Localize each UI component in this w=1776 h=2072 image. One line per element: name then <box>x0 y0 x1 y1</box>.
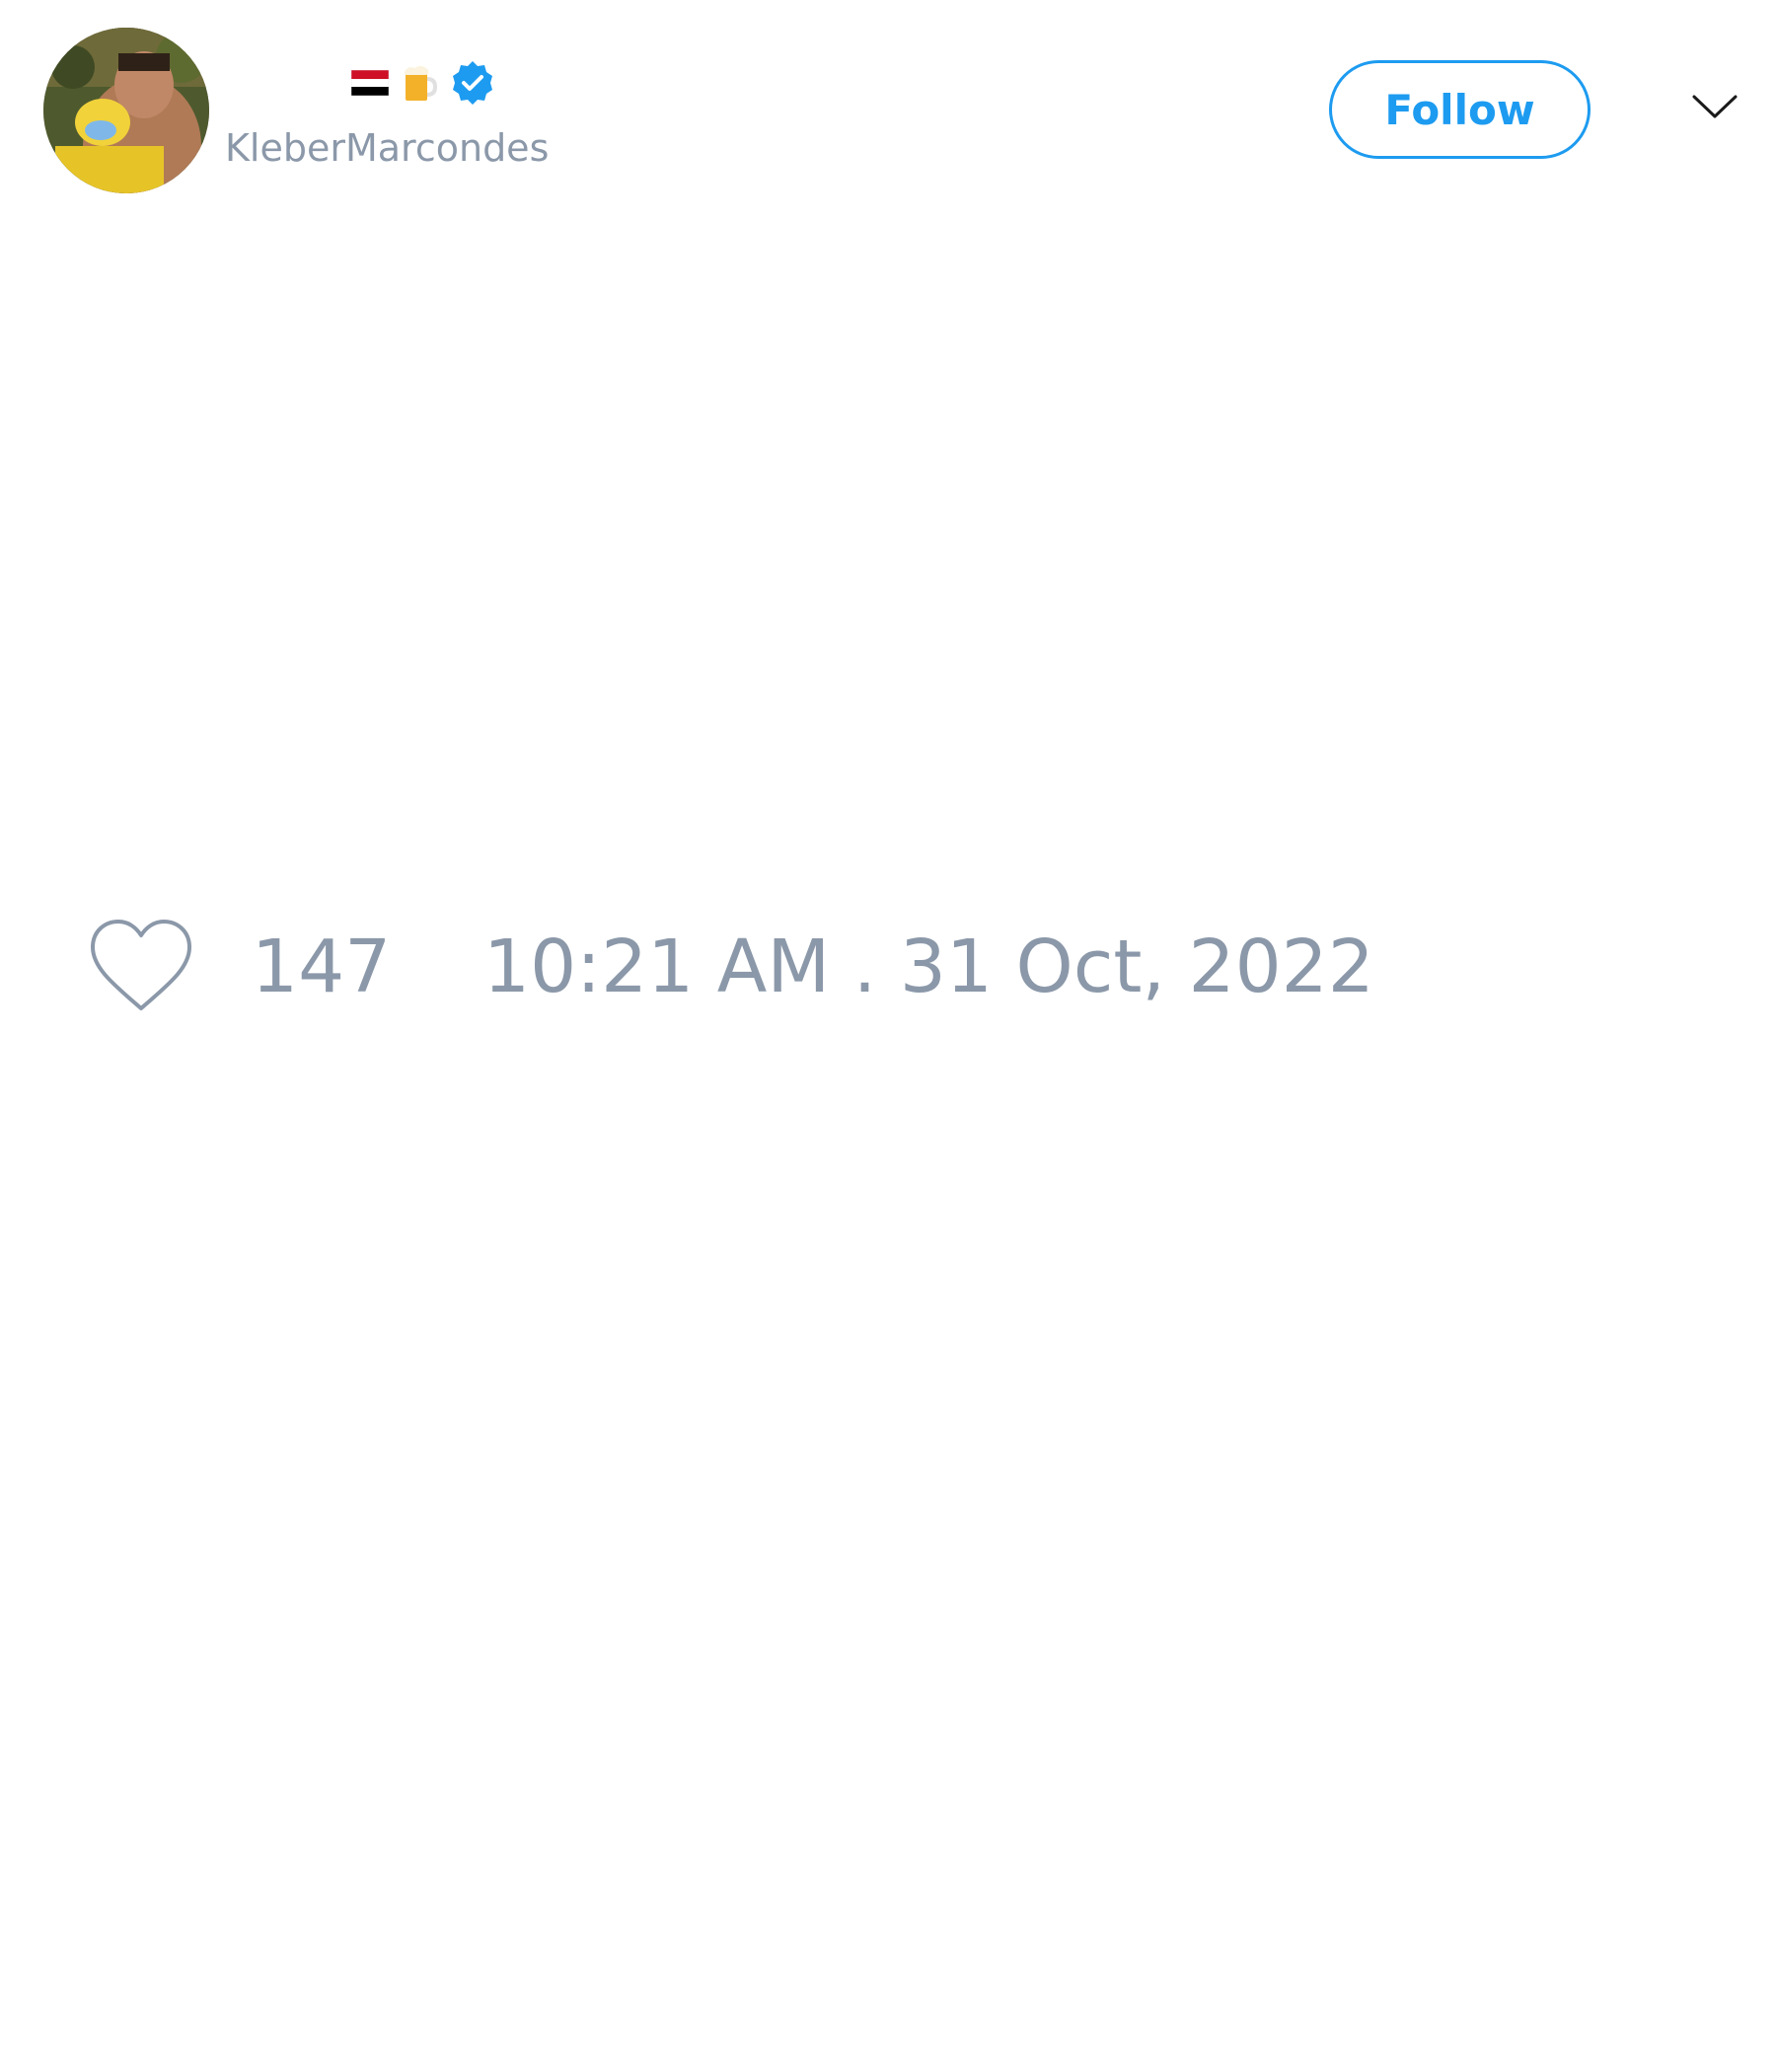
author-avatar[interactable] <box>43 28 209 193</box>
like-count: 147 <box>252 925 392 1009</box>
heart-icon <box>91 920 191 1010</box>
tweet-timestamp[interactable]: 10:21 AM . 31 Oct, 2022 <box>483 925 1374 1009</box>
chevron-down-icon[interactable] <box>1690 89 1739 124</box>
author-handle[interactable]: KleberMarcondes <box>225 126 549 170</box>
verified-badge-icon <box>449 59 496 107</box>
tweet-meta-row: 147 10:21 AM . 31 Oct, 2022 <box>0 908 1776 1026</box>
avatar-photo-icon <box>43 28 209 193</box>
author-display-name[interactable] <box>350 57 496 109</box>
follow-button[interactable]: Follow <box>1329 60 1591 159</box>
like-button[interactable] <box>87 918 195 1016</box>
beer-mug-icon <box>400 63 439 103</box>
yemen-flag-icon <box>350 63 390 103</box>
tweet-header: KleberMarcondes Follow <box>0 0 1776 227</box>
